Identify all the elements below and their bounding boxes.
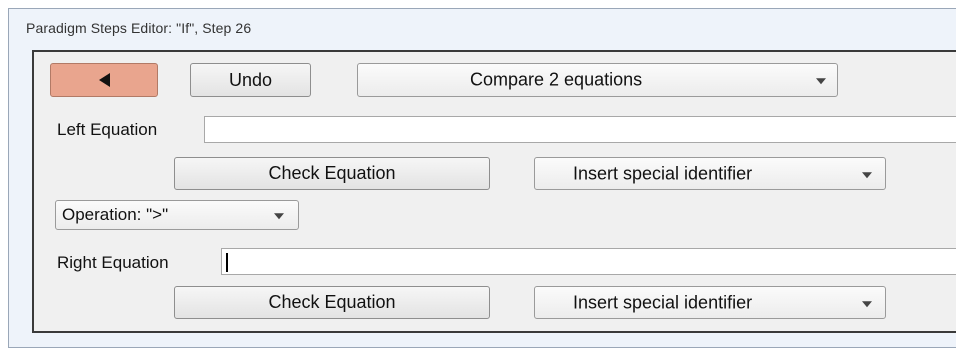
left-check-equation-label: Check Equation	[268, 163, 396, 183]
right-insert-identifier-select[interactable]: Insert special identifier	[534, 286, 886, 319]
undo-button[interactable]: Undo	[190, 63, 311, 97]
left-check-equation-button[interactable]: Check Equation	[174, 157, 490, 190]
left-insert-identifier-label: Insert special identifier	[573, 163, 753, 183]
right-insert-identifier-label: Insert special identifier	[573, 292, 753, 312]
left-equation-label: Left Equation	[57, 120, 158, 139]
chevron-down-icon	[274, 213, 284, 220]
step-type-selected: Compare 2 equations	[470, 69, 643, 90]
right-check-equation-button[interactable]: Check Equation	[174, 286, 490, 319]
left-equation-input[interactable]	[204, 116, 956, 143]
chevron-down-icon	[862, 300, 872, 307]
operation-selected: Operation: ">"	[62, 205, 169, 224]
chevron-down-icon	[816, 78, 826, 85]
left-insert-identifier-select[interactable]: Insert special identifier	[534, 157, 886, 190]
back-arrow-icon	[98, 73, 110, 87]
back-button[interactable]	[50, 63, 158, 97]
right-equation-label: Right Equation	[57, 253, 169, 272]
step-type-select[interactable]: Compare 2 equations	[357, 63, 838, 97]
text-cursor	[226, 253, 228, 272]
window-title: Paradigm Steps Editor: "If", Step 26	[26, 20, 252, 36]
operation-select[interactable]: Operation: ">"	[55, 200, 299, 230]
right-equation-input[interactable]	[221, 248, 956, 275]
undo-label: Undo	[228, 69, 273, 90]
right-check-equation-label: Check Equation	[268, 292, 396, 312]
chevron-down-icon	[862, 171, 872, 178]
